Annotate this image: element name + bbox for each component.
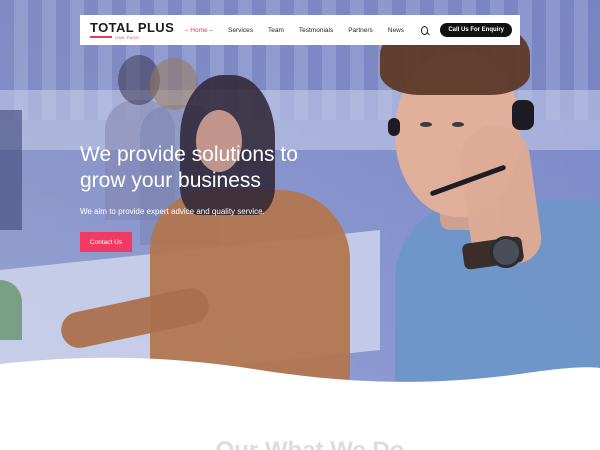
section-title: Our What We Do: [190, 437, 430, 450]
hero-man-eye: [420, 122, 432, 127]
site-header: TOTAL PLUS ONE PAGE Home Services Team T…: [80, 15, 520, 45]
hero-background-monitor: [0, 110, 22, 230]
contact-us-button[interactable]: Contact Us: [80, 232, 132, 252]
nav-item-services[interactable]: Services: [228, 27, 253, 34]
nav-item-partners[interactable]: Partners: [348, 27, 373, 34]
hero-subtitle: We aim to provide expert advice and qual…: [80, 207, 265, 216]
logo-underline: ONE PAGE: [90, 35, 140, 40]
nav-item-news[interactable]: News: [388, 27, 404, 34]
logo-text: TOTAL PLUS: [90, 19, 175, 35]
hero-man-eye: [452, 122, 464, 127]
nav-item-home[interactable]: Home: [185, 27, 213, 34]
nav-item-team[interactable]: Team: [268, 27, 284, 34]
hero-title: We provide solutions to grow your busine…: [80, 143, 298, 192]
nav-item-testmonials[interactable]: Testmonials: [299, 27, 333, 34]
call-us-button[interactable]: Call Us For Enquiry: [440, 23, 512, 37]
wristwatch-icon: [490, 236, 522, 268]
hero-section: We provide solutions to grow your busine…: [0, 0, 600, 390]
hero-wave-divider: [0, 357, 600, 390]
logo[interactable]: TOTAL PLUS ONE PAGE: [90, 21, 179, 40]
headset-earpiece: [512, 100, 534, 130]
logo-tagline: ONE PAGE: [115, 34, 140, 40]
search-icon[interactable]: [421, 25, 429, 35]
main-nav: Home Services Team Testmonials Partners …: [185, 27, 419, 34]
headset-earpiece: [388, 118, 400, 136]
logo-line: [90, 36, 112, 38]
